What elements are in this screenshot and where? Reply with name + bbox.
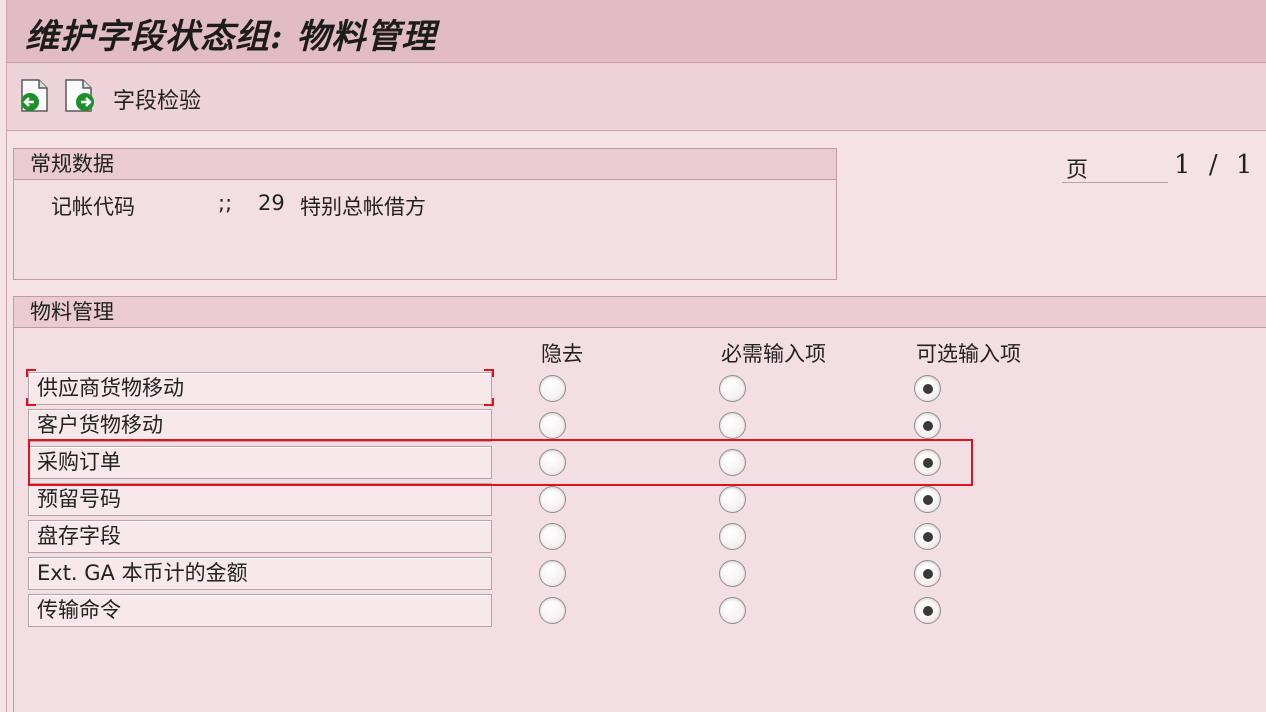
column-optional: 可选输入项 [916, 342, 1021, 366]
posting-key-value: 29 [258, 191, 285, 215]
page-label: 页 [1066, 158, 1089, 183]
radio-hide[interactable] [539, 523, 566, 550]
page-title: 维护字段状态组: 物料管理 [25, 17, 437, 57]
posting-key-label: 记帐代码 [51, 195, 135, 219]
previous-page-icon[interactable] [17, 78, 51, 114]
field-label-row: 盘存字段 [28, 520, 492, 553]
radio-hide[interactable] [539, 375, 566, 402]
title-bar: 维护字段状态组: 物料管理 [7, 0, 1266, 63]
radio-required[interactable] [719, 560, 746, 587]
radio-required[interactable] [719, 486, 746, 513]
radio-optional[interactable] [914, 412, 941, 439]
radio-hide[interactable] [539, 486, 566, 513]
toolbar: 字段检验 [7, 63, 1266, 131]
field-label-row: 传输命令 [28, 594, 492, 627]
field-label-row: 客户货物移动 [28, 409, 492, 442]
radio-hide[interactable] [539, 412, 566, 439]
page-indicator: 1 / 1 [1174, 150, 1252, 180]
material-management-header: 物料管理 [14, 297, 1266, 328]
page-total: 1 [1235, 150, 1253, 180]
next-page-icon[interactable] [63, 78, 97, 114]
focus-corner-br [484, 398, 494, 406]
page-current: 1 [1174, 150, 1191, 180]
general-data-header: 常规数据 [14, 149, 836, 180]
focus-corner-bl [26, 398, 36, 406]
page-underline [1062, 182, 1168, 183]
radio-optional[interactable] [914, 560, 941, 587]
field-label-row: Ext. GA 本币计的金额 [28, 557, 492, 590]
radio-optional[interactable] [914, 523, 941, 550]
radio-optional[interactable] [914, 597, 941, 624]
focus-corner-tl [26, 369, 36, 377]
field-label-row: 预留号码 [28, 483, 492, 516]
column-hide: 隐去 [541, 342, 583, 366]
radio-hide[interactable] [539, 597, 566, 624]
radio-required[interactable] [719, 412, 746, 439]
page-separator: / [1208, 150, 1218, 180]
highlight-box [28, 439, 973, 486]
radio-optional[interactable] [914, 486, 941, 513]
field-check-button[interactable]: 字段检验 [113, 83, 201, 115]
focus-corner-tr [484, 369, 494, 377]
radio-hide[interactable] [539, 560, 566, 587]
field-label-row: 供应商货物移动 [28, 372, 492, 405]
posting-key-separator: ;; [218, 191, 233, 215]
radio-required[interactable] [719, 523, 746, 550]
column-required: 必需输入项 [721, 342, 826, 366]
radio-required[interactable] [719, 375, 746, 402]
posting-key-description: 特别总帐借方 [300, 195, 426, 219]
radio-optional[interactable] [914, 375, 941, 402]
radio-required[interactable] [719, 597, 746, 624]
